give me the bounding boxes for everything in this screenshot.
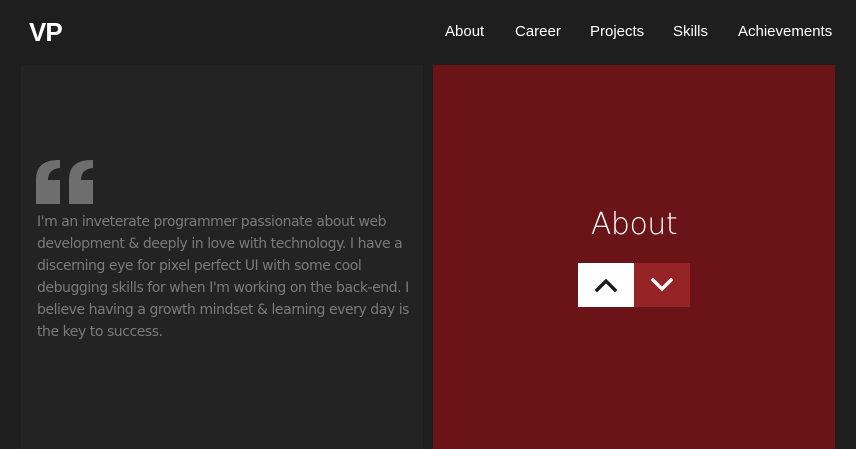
intro-text-line: believe having a growth mindset & learni… — [37, 302, 409, 318]
about-panel: About — [433, 65, 835, 449]
chevron-down-icon — [651, 278, 673, 292]
nav-link-skills[interactable]: Skills — [673, 23, 708, 40]
nav-link-projects[interactable]: Projects — [590, 23, 644, 40]
intro-panel: I'm an inveterate programmer passionate … — [21, 65, 423, 449]
intro-text-line: the key to success. — [37, 324, 163, 340]
nav-link-career[interactable]: Career — [515, 23, 561, 40]
scroll-up-button[interactable] — [578, 263, 634, 307]
nav-link-about[interactable]: About — [445, 23, 484, 40]
chevron-up-icon — [595, 278, 617, 292]
intro-text: I'm an inveterate programmer passionate … — [37, 211, 417, 343]
nav-menu: About Career Projects Skills Achievement… — [0, 0, 856, 65]
intro-text-line: debugging skills for when I'm working on… — [37, 280, 409, 296]
nav-link-achievements[interactable]: Achievements — [738, 23, 832, 40]
intro-text-line: discerning eye for pixel perfect UI with… — [37, 258, 362, 274]
intro-text-line: development & deeply in love with techno… — [37, 236, 403, 252]
intro-text-line: I'm an inveterate programmer passionate … — [37, 214, 387, 230]
section-title: About — [590, 207, 678, 242]
navbar: VP About Career Projects Skills Achievem… — [0, 0, 856, 65]
scroll-down-button[interactable] — [634, 263, 690, 307]
quote-icon — [36, 160, 93, 204]
